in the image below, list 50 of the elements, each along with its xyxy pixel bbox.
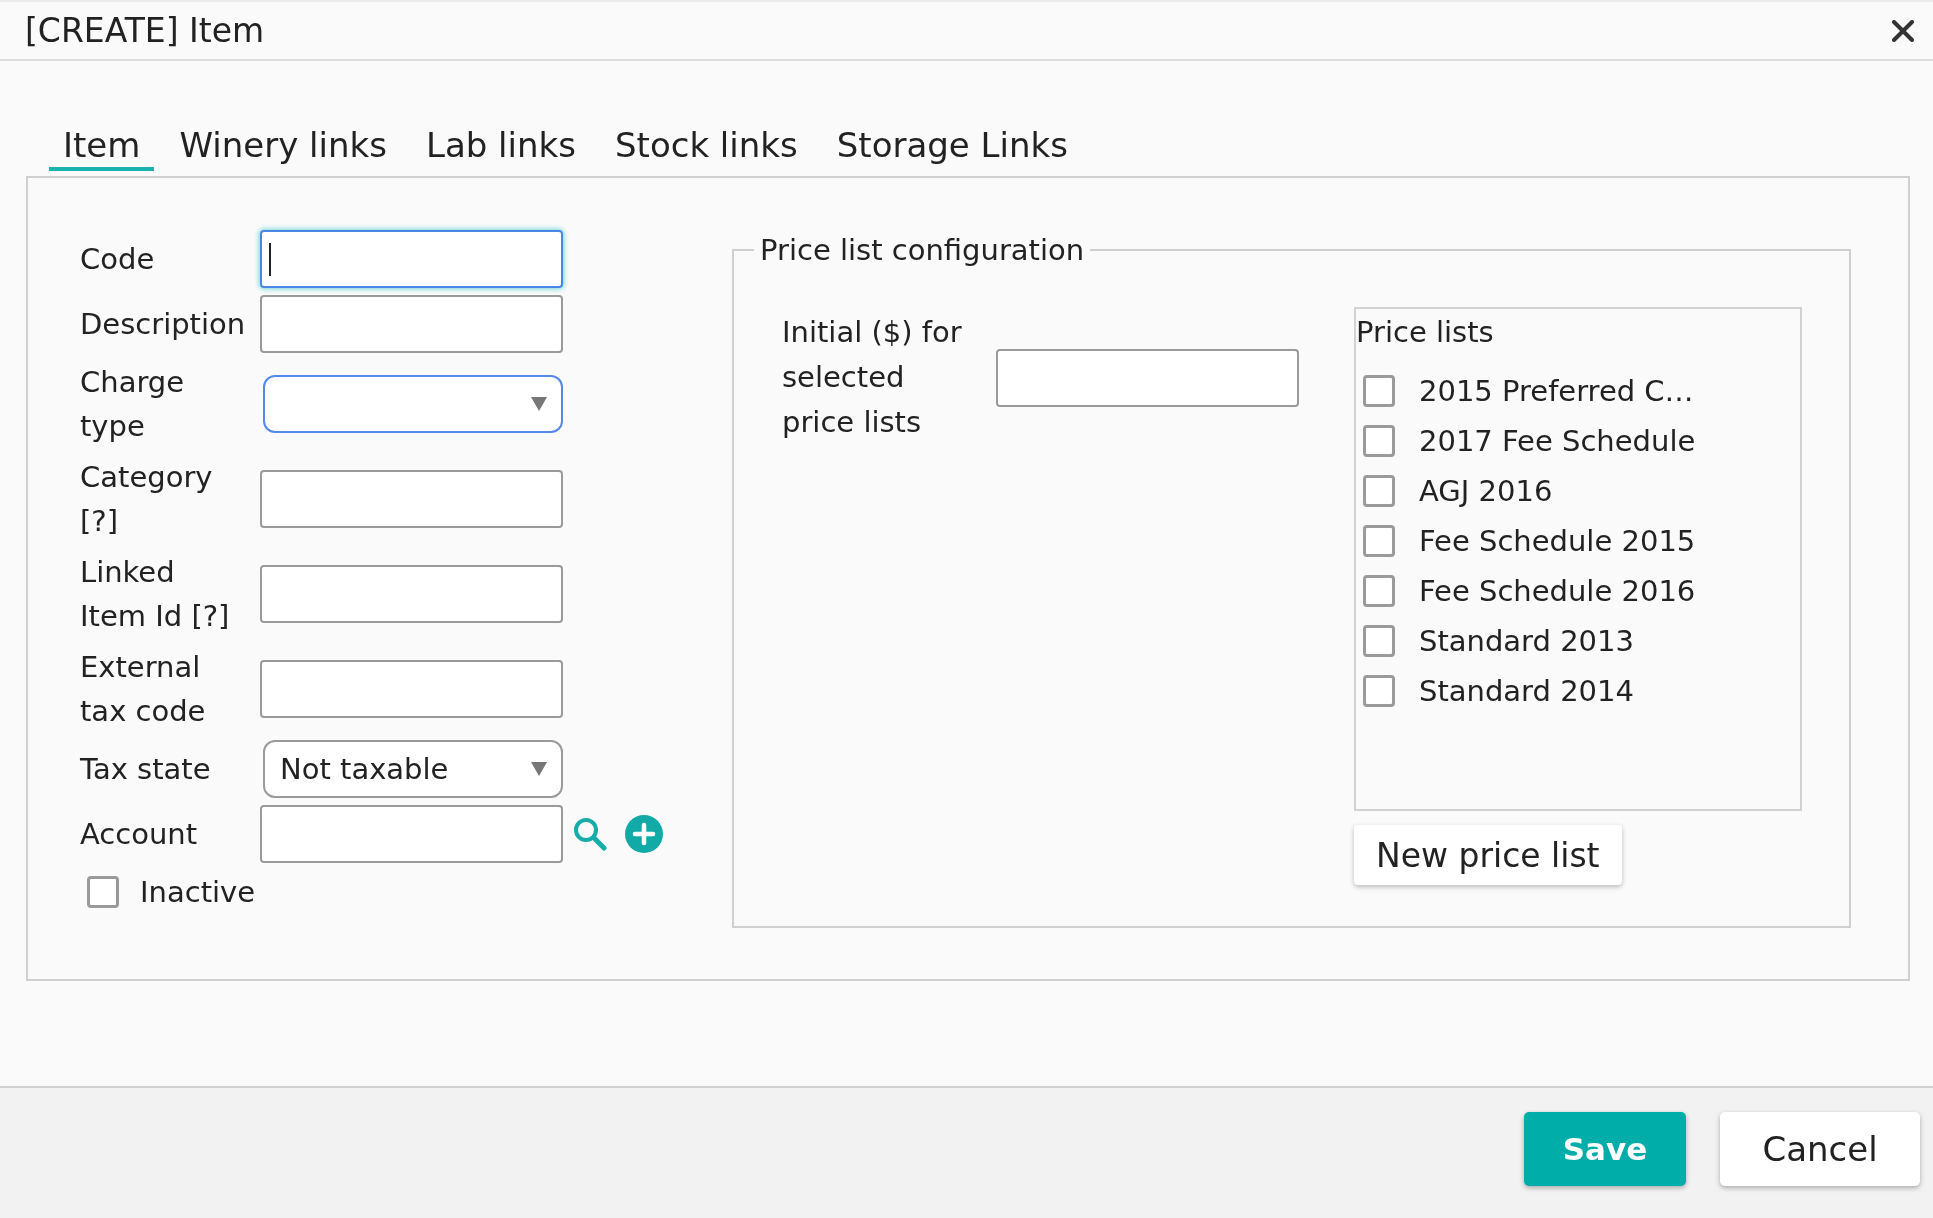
checkbox[interactable] [87, 876, 119, 908]
checkbox-label: Inactive [140, 874, 256, 911]
tab[interactable]: Lab links [411, 125, 590, 171]
checkbox[interactable] [1363, 575, 1395, 607]
field-label: Charge type [80, 364, 186, 445]
checkbox[interactable] [1363, 525, 1395, 557]
new-price-list-button[interactable]: New price list [1354, 825, 1622, 885]
checkbox-label: 2015 Preferred C… [1419, 373, 1694, 410]
window-title: [CREATE] Item [25, 10, 265, 51]
checkbox[interactable] [1363, 675, 1395, 707]
field-label: Account [80, 816, 199, 853]
list-title: Price lists [1356, 314, 1494, 351]
field-label: Tax state [80, 751, 212, 788]
group-title: Price list configuration [759, 232, 1086, 269]
text-field[interactable] [260, 295, 563, 353]
field-label: External tax code [80, 649, 207, 730]
field-label: Code [80, 241, 156, 278]
field-label: Linked Item Id [?] [80, 554, 231, 635]
field-label: Initial ($) for selected price lists [782, 314, 963, 441]
text-field[interactable] [260, 230, 563, 288]
text-field[interactable] [260, 660, 563, 718]
checkbox-label: AGJ 2016 [1419, 473, 1553, 510]
text-field[interactable] [260, 805, 563, 863]
checkbox[interactable] [1363, 375, 1395, 407]
field-label: Description [80, 306, 246, 343]
caret-icon [531, 762, 547, 776]
checkbox-label: Fee Schedule 2015 [1419, 523, 1696, 560]
dropdown[interactable]: Not taxable [263, 740, 563, 798]
text-cursor-icon [269, 243, 271, 276]
text-field[interactable] [260, 565, 563, 623]
checkbox-label: Standard 2014 [1419, 673, 1634, 710]
cancel-button[interactable]: Cancel [1720, 1112, 1920, 1186]
tab[interactable]: Storage Links [822, 125, 1082, 171]
checkbox[interactable] [1363, 475, 1395, 507]
dropdown[interactable] [263, 375, 563, 433]
checkbox[interactable] [1363, 425, 1395, 457]
field-label: Category [?] [80, 459, 214, 540]
search-icon[interactable] [573, 817, 607, 851]
text-field[interactable] [260, 470, 563, 528]
tab[interactable]: Winery links [165, 125, 401, 171]
text-field[interactable] [996, 348, 1299, 407]
checkbox-label: Standard 2013 [1419, 623, 1634, 660]
tab[interactable]: Stock links [600, 125, 812, 171]
add-icon[interactable] [625, 815, 663, 853]
caret-icon [531, 397, 547, 411]
tab[interactable]: Item [49, 125, 155, 171]
checkbox[interactable] [1363, 625, 1395, 657]
close-icon[interactable] [1892, 19, 1914, 42]
checkbox-label: Fee Schedule 2016 [1419, 573, 1696, 610]
checkbox-label: 2017 Fee Schedule [1419, 423, 1696, 460]
